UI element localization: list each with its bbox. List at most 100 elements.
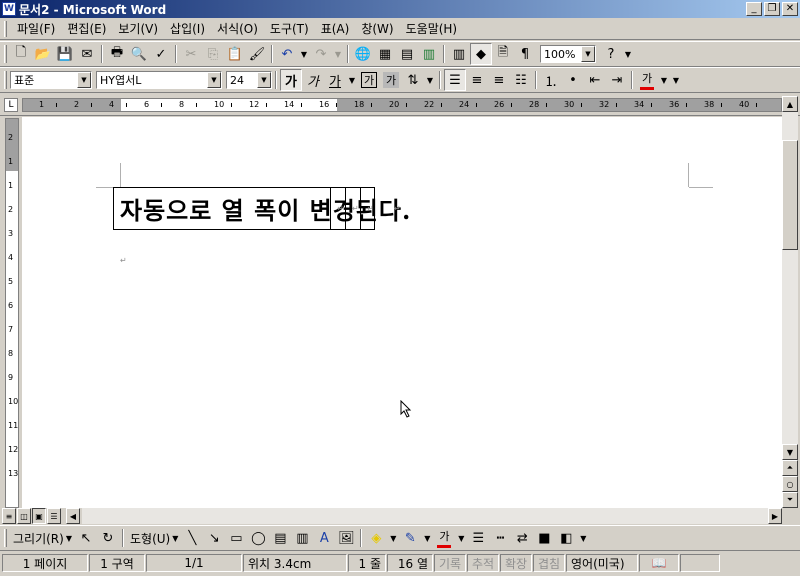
menu-table[interactable]: 표(A)	[315, 20, 356, 38]
menu-window[interactable]: 창(W)	[355, 20, 399, 38]
autoshapes-menu-button[interactable]: 도형(U) ▼	[127, 530, 181, 547]
arrow-style-icon[interactable]: ⇄	[511, 527, 533, 549]
web-layout-view-icon[interactable]: ◫	[17, 508, 31, 524]
redo-icon[interactable]: ↷	[310, 43, 332, 65]
spelling-icon[interactable]: ✓	[150, 43, 172, 65]
style-select[interactable]: 표준 ▼	[10, 71, 92, 89]
document-map-icon[interactable]: 🗎	[492, 43, 514, 65]
insert-excel-icon[interactable]: ▥	[418, 43, 440, 65]
fill-color-icon[interactable]: ◈	[365, 527, 387, 549]
outline-view-icon[interactable]: ☰	[47, 508, 61, 524]
shadow-icon[interactable]: ■	[533, 527, 555, 549]
table-cell[interactable]: ↵	[330, 188, 345, 229]
document-table[interactable]: 자동으로 열 폭이 변경된다. ↵ ↵ ↵	[113, 187, 410, 230]
insert-table-icon[interactable]: ▤	[396, 43, 418, 65]
restore-button[interactable]: ❐	[764, 2, 780, 16]
bold-button[interactable]: 가	[280, 69, 302, 91]
line-color-dropdown-icon[interactable]: ▼	[421, 527, 433, 549]
save-icon[interactable]: 💾	[54, 43, 76, 65]
toolbar-grip[interactable]	[4, 71, 7, 89]
zoom-select[interactable]: 100% ▼	[540, 45, 596, 63]
print-preview-icon[interactable]: 🔍	[128, 43, 150, 65]
close-button[interactable]: ✕	[782, 2, 798, 16]
mail-icon[interactable]: ✉	[76, 43, 98, 65]
text-direction-icon[interactable]: ⇅	[402, 69, 424, 91]
vertical-scrollbar[interactable]: ▲ ▼ ⏶ ○ ⏷	[782, 96, 798, 508]
line-style-icon[interactable]: ☰	[467, 527, 489, 549]
word-app-icon[interactable]: W	[2, 2, 16, 16]
spelling-status-icon[interactable]: 📖	[639, 554, 679, 572]
table-cell[interactable]: ↵	[360, 188, 374, 229]
scroll-down-icon[interactable]: ▼	[782, 444, 798, 460]
text-direction-dropdown-icon[interactable]: ▼	[424, 69, 436, 91]
underline-button[interactable]: 가	[324, 69, 346, 91]
paste-icon[interactable]: 📋	[224, 43, 246, 65]
vertical-ruler[interactable]: 2 1 1 2 3 4 5 6 7 8 9 10 11 12 13	[5, 118, 19, 508]
draw-menu-button[interactable]: 그리기(R) ▼	[10, 530, 75, 547]
bullets-icon[interactable]: •	[562, 69, 584, 91]
status-extend[interactable]: 확장	[500, 554, 532, 572]
font-select[interactable]: HY엽서L ▼	[96, 71, 222, 89]
open-icon[interactable]: 📂	[32, 43, 54, 65]
font-color-dropdown-icon[interactable]: ▼	[658, 69, 670, 91]
status-track-changes[interactable]: 추적	[467, 554, 499, 572]
vertical-text-box-icon[interactable]: ▥	[291, 527, 313, 549]
table-cell[interactable]: 자동으로 열 폭이 변경된다.	[114, 188, 410, 229]
hyperlink-icon[interactable]: 🌐	[352, 43, 374, 65]
line-color-icon[interactable]: ✎	[399, 527, 421, 549]
chevron-down-icon[interactable]: ▼	[257, 72, 271, 88]
new-icon[interactable]: 🗋	[10, 43, 32, 65]
help-icon[interactable]: ?	[600, 43, 622, 65]
copy-icon[interactable]: ⎘	[202, 43, 224, 65]
menu-help[interactable]: 도움말(H)	[400, 20, 464, 38]
fill-color-dropdown-icon[interactable]: ▼	[387, 527, 399, 549]
character-border-button[interactable]: 가	[361, 72, 377, 88]
menu-insert[interactable]: 삽입(I)	[164, 20, 211, 38]
align-center-icon[interactable]: ≡	[466, 69, 488, 91]
3d-icon[interactable]: ◧	[555, 527, 577, 549]
align-right-icon[interactable]: ≡	[488, 69, 510, 91]
oval-icon[interactable]: ◯	[247, 527, 269, 549]
next-page-icon[interactable]: ⏷	[782, 492, 798, 508]
font-size-select[interactable]: 24 ▼	[226, 71, 272, 89]
toolbar-options-icon[interactable]: ▼	[670, 69, 682, 91]
chevron-down-icon[interactable]: ▼	[77, 72, 91, 88]
horizontal-scrollbar-track[interactable]	[82, 508, 768, 524]
document-page[interactable]: 자동으로 열 폭이 변경된다. ↵ ↵ ↵ ↵ ↵	[22, 117, 782, 508]
menu-tools[interactable]: 도구(T)	[264, 20, 315, 38]
menu-file[interactable]: 파일(F)	[11, 20, 61, 38]
toolbar-grip[interactable]	[4, 45, 7, 63]
chevron-down-icon[interactable]: ▼	[207, 72, 221, 88]
free-rotate-icon[interactable]: ↻	[97, 527, 119, 549]
tables-borders-icon[interactable]: ▦	[374, 43, 396, 65]
arrow-icon[interactable]: ↘	[203, 527, 225, 549]
status-language[interactable]: 영어(미국)	[566, 554, 638, 572]
format-painter-icon[interactable]: 🖌	[246, 43, 268, 65]
line-icon[interactable]: ╲	[181, 527, 203, 549]
scroll-up-icon[interactable]: ▲	[782, 96, 798, 112]
underline-dropdown-icon[interactable]: ▼	[346, 69, 358, 91]
rectangle-icon[interactable]: ▭	[225, 527, 247, 549]
scroll-left-icon[interactable]: ◀	[66, 508, 80, 524]
clip-art-icon[interactable]: 🖼	[335, 527, 357, 549]
menu-grip[interactable]	[4, 20, 7, 37]
menu-view[interactable]: 보기(V)	[112, 20, 164, 38]
undo-dropdown-icon[interactable]: ▼	[298, 43, 310, 65]
select-browse-object-icon[interactable]: ○	[782, 476, 798, 492]
toolbar-options-icon[interactable]: ▼	[622, 43, 634, 65]
justify-icon[interactable]: ☰	[444, 69, 466, 91]
print-icon[interactable]: 🖶	[106, 43, 128, 65]
decrease-indent-icon[interactable]: ⇤	[584, 69, 606, 91]
scroll-thumb[interactable]	[782, 140, 798, 250]
table-cell[interactable]: ↵	[345, 188, 360, 229]
tab-selector-icon[interactable]: L	[4, 98, 18, 112]
redo-dropdown-icon[interactable]: ▼	[332, 43, 344, 65]
undo-icon[interactable]: ↶	[276, 43, 298, 65]
previous-page-icon[interactable]: ⏶	[782, 460, 798, 476]
normal-view-icon[interactable]: ≡	[2, 508, 16, 524]
dash-style-icon[interactable]: ┅	[489, 527, 511, 549]
status-overtype[interactable]: 겹침	[533, 554, 565, 572]
print-layout-view-icon[interactable]: ▣	[32, 508, 46, 524]
show-hide-icon[interactable]: ¶	[514, 43, 536, 65]
chevron-down-icon[interactable]: ▼	[581, 46, 595, 62]
